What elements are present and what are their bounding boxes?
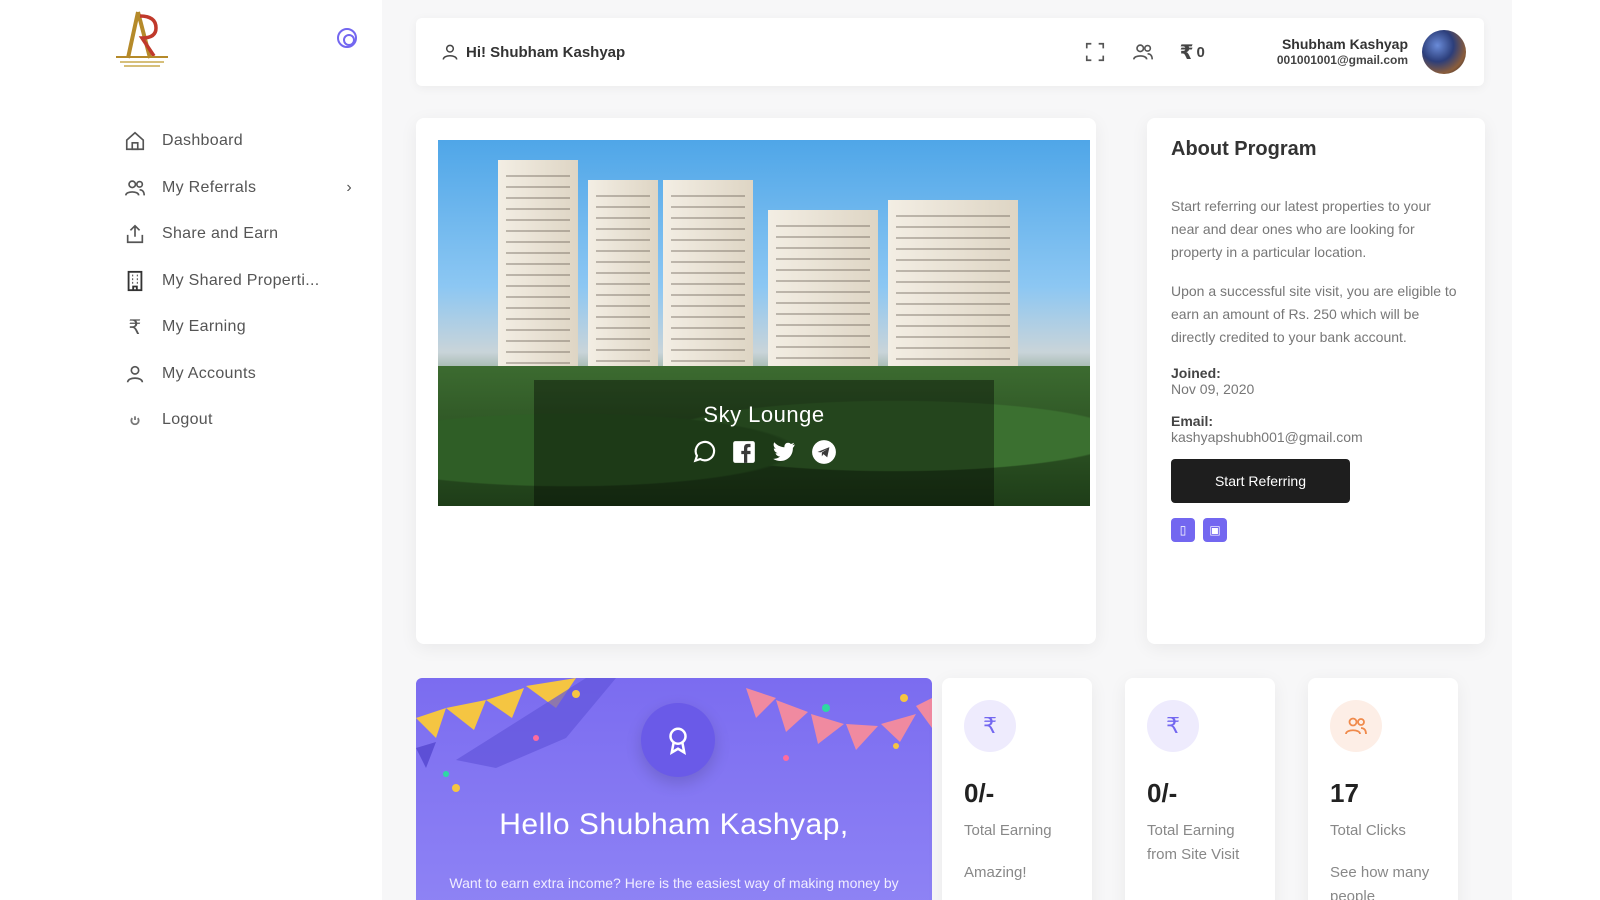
sidebar-item-my-earning[interactable]: ₹ My Earning <box>122 304 362 351</box>
wallet-amount: 0 <box>1196 43 1205 61</box>
referrals-icon[interactable] <box>1132 41 1154 63</box>
sidebar-item-label: My Referrals <box>162 178 257 196</box>
award-badge <box>641 703 715 777</box>
about-title: About Program <box>1171 138 1317 160</box>
property-image[interactable]: Sky Lounge <box>438 140 1090 506</box>
sidebar-item-label: Share and Earn <box>162 225 279 243</box>
stat-value: 17 <box>1330 778 1359 808</box>
share-icon <box>122 223 148 245</box>
rupee-icon: ₹ <box>1147 700 1199 752</box>
stat-card-site-visit-earning: ₹ 0/- Total Earning from Site Visit <box>1125 678 1275 900</box>
property-title: Sky Lounge <box>703 402 825 427</box>
mobile-icon[interactable]: ▯ <box>1171 518 1195 542</box>
telegram-icon[interactable] <box>810 438 838 466</box>
stat-label: Total Earning from Site Visit <box>1147 822 1240 863</box>
desktop-icon[interactable]: ▣ <box>1203 518 1227 542</box>
sidebar-item-label: Logout <box>162 411 213 429</box>
sidebar-item-label: My Earning <box>162 318 246 336</box>
home-icon <box>122 130 148 152</box>
power-icon <box>122 409 148 431</box>
sidebar-item-my-accounts[interactable]: My Accounts <box>122 351 362 398</box>
stat-card-total-clicks: 17 Total Clicks See how many people <box>1308 678 1458 900</box>
building-icon <box>122 270 148 292</box>
property-banner-card: Sky Lounge <box>416 118 1096 644</box>
welcome-subtitle: Want to earn extra income? Here is the e… <box>449 875 899 900</box>
stat-label: Total Earning <box>964 822 1052 839</box>
joined-label: Joined: <box>1171 365 1221 381</box>
social-share-icons <box>438 438 1090 466</box>
about-paragraph: Upon a successful site visit, you are el… <box>1171 283 1457 345</box>
welcome-card: Hello Shubham Kashyap, Want to earn extr… <box>416 678 932 900</box>
facebook-icon[interactable] <box>730 438 758 466</box>
sidebar-nav: Dashboard My Referrals › Share and Earn … <box>122 118 362 444</box>
users-icon <box>122 177 148 199</box>
sidebar-item-logout[interactable]: Logout <box>122 397 362 444</box>
sidebar: Dashboard My Referrals › Share and Earn … <box>0 0 382 900</box>
rupee-icon: ₹ <box>964 700 1016 752</box>
welcome-title: Hello Shubham Kashyap, <box>499 808 849 841</box>
users-icon <box>1330 700 1382 752</box>
stat-value: 0/- <box>964 778 995 808</box>
user-icon <box>122 363 148 385</box>
sidebar-item-dashboard[interactable]: Dashboard <box>122 118 362 165</box>
fullscreen-icon[interactable] <box>1084 41 1106 63</box>
greeting-text: Hi! Shubham Kashyap <box>466 43 626 61</box>
email-value: kashyapshubh001@gmail.com <box>1171 429 1363 445</box>
award-icon <box>669 727 687 755</box>
rupee-icon: ₹ <box>128 316 142 339</box>
stat-label: Total Clicks <box>1330 822 1406 839</box>
about-program-card: About Program Start referring our latest… <box>1147 118 1485 644</box>
sidebar-toggle-button[interactable] <box>337 28 357 48</box>
stat-value: 0/- <box>1147 778 1178 808</box>
joined-value: Nov 09, 2020 <box>1171 381 1255 397</box>
sidebar-item-share-and-earn[interactable]: Share and Earn <box>122 211 362 258</box>
brand-logo[interactable] <box>110 6 174 70</box>
user-outline-icon <box>442 44 458 60</box>
avatar[interactable] <box>1422 30 1466 74</box>
rupee-icon: ₹ <box>1179 41 1194 64</box>
user-email: 001001001@gmail.com <box>1276 53 1408 68</box>
main-content: Hi! Shubham Kashyap ₹ 0 Shubham Kashyap … <box>382 0 1512 900</box>
twitter-icon[interactable] <box>770 438 798 466</box>
sidebar-item-label: My Accounts <box>162 364 257 382</box>
header-tools: ₹ 0 <box>1084 40 1205 65</box>
about-paragraph: Start referring our latest properties to… <box>1171 198 1431 260</box>
greeting: Hi! Shubham Kashyap <box>440 42 1084 62</box>
start-referring-button[interactable]: Start Referring <box>1171 459 1350 503</box>
top-header: Hi! Shubham Kashyap ₹ 0 Shubham Kashyap … <box>416 18 1484 86</box>
stat-description: See how many people <box>1330 864 1430 900</box>
chevron-right-icon: › <box>346 178 352 196</box>
sidebar-item-label: Dashboard <box>162 132 243 150</box>
whatsapp-icon[interactable] <box>690 438 718 466</box>
stat-card-total-earning: ₹ 0/- Total Earning Amazing! <box>942 678 1092 900</box>
sidebar-item-my-shared-properties[interactable]: My Shared Properti... <box>122 258 362 305</box>
user-info[interactable]: Shubham Kashyap 001001001@gmail.com <box>1277 35 1408 69</box>
stat-description: Amazing! <box>964 864 1027 881</box>
sidebar-item-my-referrals[interactable]: My Referrals › <box>122 165 362 212</box>
user-name: Shubham Kashyap <box>1281 36 1408 53</box>
sidebar-item-label: My Shared Properti... <box>162 271 320 289</box>
wallet-balance[interactable]: ₹ 0 <box>1180 40 1205 65</box>
quick-action-icons: ▯ ▣ <box>1171 518 1461 542</box>
email-label: Email: <box>1171 413 1214 429</box>
